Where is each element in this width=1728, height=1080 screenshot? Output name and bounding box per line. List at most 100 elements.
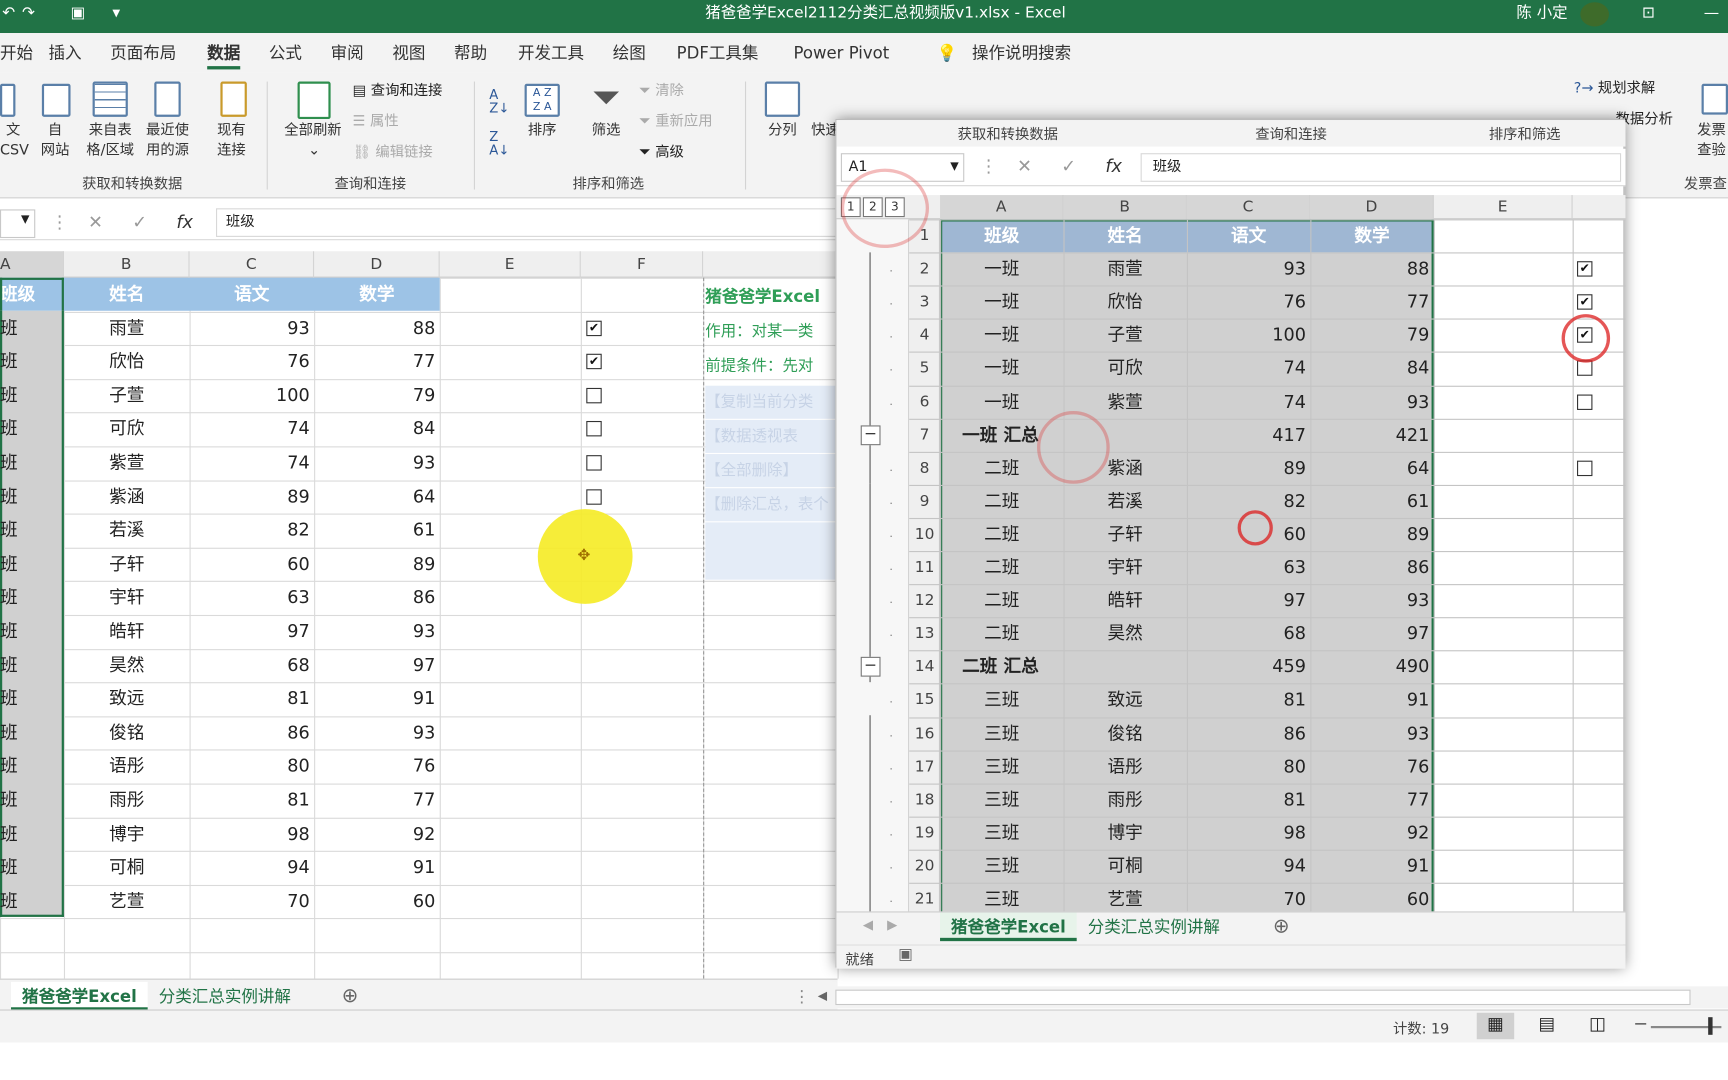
row-checkbox[interactable] xyxy=(586,387,602,404)
normal-view-icon[interactable]: ▦ xyxy=(1476,1012,1515,1040)
tab-home[interactable]: 开始 xyxy=(0,33,33,73)
popup-name-cell[interactable]: 子萱 xyxy=(1063,319,1186,352)
row-number[interactable]: 15 xyxy=(909,684,940,717)
from-table-range-button[interactable]: 来自表 格/区域 xyxy=(84,121,137,161)
math-score-cell[interactable]: 93 xyxy=(314,615,440,648)
chinese-score-cell[interactable]: 76 xyxy=(190,345,315,378)
column-header-a[interactable]: A xyxy=(0,251,64,278)
tell-me-search[interactable]: 操作说明搜索 xyxy=(972,33,1071,73)
popup-class-cell[interactable]: 三班 xyxy=(940,883,1063,914)
class-cell[interactable]: 班 xyxy=(0,581,64,614)
query-connections-button[interactable]: ▤ 查询和连接 xyxy=(353,82,443,102)
popup-name-cell[interactable]: 昊然 xyxy=(1063,617,1186,650)
popup-math-score-cell[interactable]: 77 xyxy=(1310,783,1433,816)
popup-name-cell[interactable]: 若溪 xyxy=(1063,485,1186,518)
page-layout-view-icon[interactable]: ▤ xyxy=(1538,1013,1555,1034)
popup-chinese-score-cell[interactable]: 98 xyxy=(1187,816,1310,849)
name-cell[interactable]: 可欣 xyxy=(64,413,190,446)
chinese-score-cell[interactable]: 82 xyxy=(190,514,315,547)
popup-chinese-score-cell[interactable]: 89 xyxy=(1187,451,1310,484)
popup-chinese-score-cell[interactable]: 80 xyxy=(1187,750,1310,783)
math-score-cell[interactable]: 93 xyxy=(314,446,440,479)
math-score-cell[interactable]: 77 xyxy=(314,345,440,378)
name-cell[interactable]: 雨彤 xyxy=(64,784,190,817)
class-cell[interactable]: 班 xyxy=(0,817,64,850)
popup-math-score-cell[interactable]: 93 xyxy=(1310,385,1433,418)
row-checkbox[interactable] xyxy=(586,455,602,471)
chinese-score-cell[interactable]: 74 xyxy=(190,413,315,446)
math-score-cell[interactable]: 84 xyxy=(314,413,440,446)
popup-math-score-cell[interactable]: 97 xyxy=(1310,617,1433,650)
name-cell[interactable]: 紫萱 xyxy=(64,446,190,479)
name-cell[interactable]: 艺萱 xyxy=(64,885,190,918)
sheet-tab-main[interactable]: 猪爸爸学Excel xyxy=(11,981,148,1011)
class-cell[interactable]: 班 xyxy=(0,750,64,783)
popup-chinese-score-cell[interactable]: 459 xyxy=(1187,651,1310,684)
recent-sources-icon[interactable] xyxy=(154,81,181,117)
popup-class-cell[interactable]: 三班 xyxy=(940,850,1063,883)
header-cell[interactable]: 姓名 xyxy=(64,278,190,311)
name-cell[interactable]: 若溪 xyxy=(64,514,190,547)
cancel-icon[interactable]: ✕ xyxy=(88,212,103,233)
chinese-score-cell[interactable]: 68 xyxy=(190,649,315,682)
popup-class-cell[interactable]: 二班 xyxy=(940,584,1063,617)
chinese-score-cell[interactable]: 100 xyxy=(190,379,315,412)
chinese-score-cell[interactable]: 81 xyxy=(190,784,315,817)
popup-name-cell[interactable]: 子轩 xyxy=(1063,518,1186,551)
chinese-score-cell[interactable]: 94 xyxy=(190,851,315,884)
from-text-csv-button[interactable]: 文 CSV xyxy=(0,121,29,161)
chinese-score-cell[interactable]: 86 xyxy=(190,716,315,749)
popup-column-header-e[interactable]: E xyxy=(1434,195,1573,220)
recent-sources-button[interactable]: 最近使 用的源 xyxy=(141,121,194,161)
popup-math-score-cell[interactable]: 490 xyxy=(1310,651,1433,684)
column-header-f[interactable]: F xyxy=(581,251,704,278)
add-sheet-icon[interactable]: ⊕ xyxy=(331,982,370,1011)
header-cell[interactable]: 语文 xyxy=(190,278,315,311)
sheet-tab-subtotal[interactable]: 分类汇总实例讲解 xyxy=(148,982,302,1011)
popup-math-score-cell[interactable]: 61 xyxy=(1310,485,1433,518)
popup-column-header-b[interactable]: B xyxy=(1063,195,1187,220)
popup-column-header-d[interactable]: D xyxy=(1310,195,1434,220)
popup-chinese-score-cell[interactable]: 76 xyxy=(1187,286,1310,319)
minimize-icon[interactable]: — xyxy=(1704,0,1719,26)
row-number[interactable]: 11 xyxy=(909,551,940,584)
chinese-score-cell[interactable]: 93 xyxy=(190,311,315,344)
popup-chinese-score-cell[interactable]: 100 xyxy=(1187,319,1310,352)
popup-cancel-icon[interactable]: ✕ xyxy=(1017,155,1032,176)
popup-column-header-a[interactable]: A xyxy=(940,195,1064,220)
name-cell[interactable]: 雨萱 xyxy=(64,311,190,344)
popup-math-score-cell[interactable]: 60 xyxy=(1310,883,1433,914)
class-cell[interactable]: 班 xyxy=(0,311,64,344)
row-checkbox[interactable] xyxy=(1577,360,1593,377)
from-web-icon[interactable] xyxy=(41,83,71,117)
class-cell[interactable]: 班 xyxy=(0,615,64,648)
popup-math-score-cell[interactable]: 86 xyxy=(1310,551,1433,584)
chinese-score-cell[interactable]: 98 xyxy=(190,817,315,850)
popup-name-cell[interactable]: 可欣 xyxy=(1063,352,1186,385)
popup-chinese-score-cell[interactable]: 74 xyxy=(1187,352,1310,385)
row-number[interactable]: 3 xyxy=(909,286,940,319)
ribbon-display-icon[interactable]: ⊡ xyxy=(1642,0,1655,26)
header-cell[interactable]: 数学 xyxy=(314,278,440,311)
class-cell[interactable]: 班 xyxy=(0,446,64,479)
row-checkbox[interactable]: ✔ xyxy=(586,320,602,336)
name-cell[interactable]: 子轩 xyxy=(64,547,190,580)
from-web-button[interactable]: 自 网站 xyxy=(37,121,72,161)
popup-name-cell[interactable]: 可桐 xyxy=(1063,850,1186,883)
text-to-columns-icon[interactable] xyxy=(764,81,801,117)
popup-chinese-score-cell[interactable]: 97 xyxy=(1187,584,1310,617)
name-cell[interactable]: 欣怡 xyxy=(64,345,190,378)
row-checkbox[interactable]: ✔ xyxy=(586,353,602,370)
row-number[interactable]: 13 xyxy=(909,617,940,650)
row-number[interactable]: 9 xyxy=(909,485,940,518)
advanced-button[interactable]: ⏷ 高级 xyxy=(639,143,684,163)
math-score-cell[interactable]: 86 xyxy=(314,581,440,614)
math-score-cell[interactable]: 91 xyxy=(314,851,440,884)
popup-class-cell[interactable]: 一班 xyxy=(940,385,1063,418)
macro-record-icon[interactable]: ▣ xyxy=(898,946,913,964)
popup-name-cell[interactable]: 俊铭 xyxy=(1063,717,1186,750)
refresh-all-icon[interactable] xyxy=(297,81,331,120)
invoice-check-button[interactable]: 发票 查验 xyxy=(1697,121,1728,161)
collapse-group-button[interactable]: − xyxy=(860,424,881,445)
tab-draw[interactable]: 绘图 xyxy=(613,33,646,73)
